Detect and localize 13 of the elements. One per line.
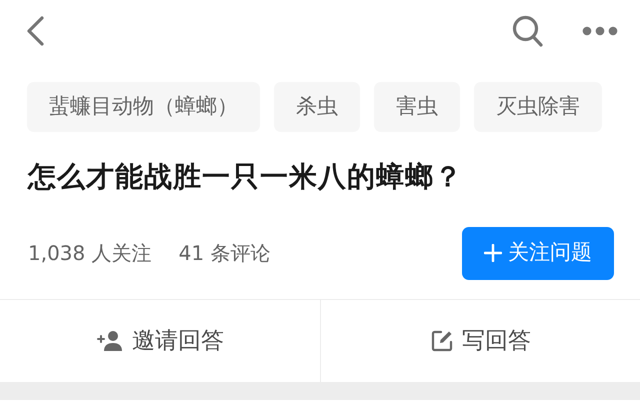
topic-tag[interactable]: 杀虫 [274, 82, 360, 132]
plus-icon [484, 244, 502, 262]
topic-tag[interactable]: 蜚蠊目动物（蟑螂） [27, 82, 260, 132]
topic-tag[interactable]: 灭虫除害 [474, 82, 602, 132]
follower-count: 1,038 人关注 [28, 240, 152, 267]
question-title: 怎么才能战胜一只一米八的蟑螂？ [28, 159, 464, 195]
follow-question-button[interactable]: 关注问题 [462, 226, 614, 280]
topic-tag[interactable]: 害虫 [374, 82, 460, 132]
search-icon[interactable] [512, 14, 544, 48]
comment-count[interactable]: 41 条评论 [178, 238, 270, 268]
more-icon[interactable] [582, 26, 618, 36]
edit-icon [430, 329, 454, 353]
add-person-icon [96, 330, 124, 352]
